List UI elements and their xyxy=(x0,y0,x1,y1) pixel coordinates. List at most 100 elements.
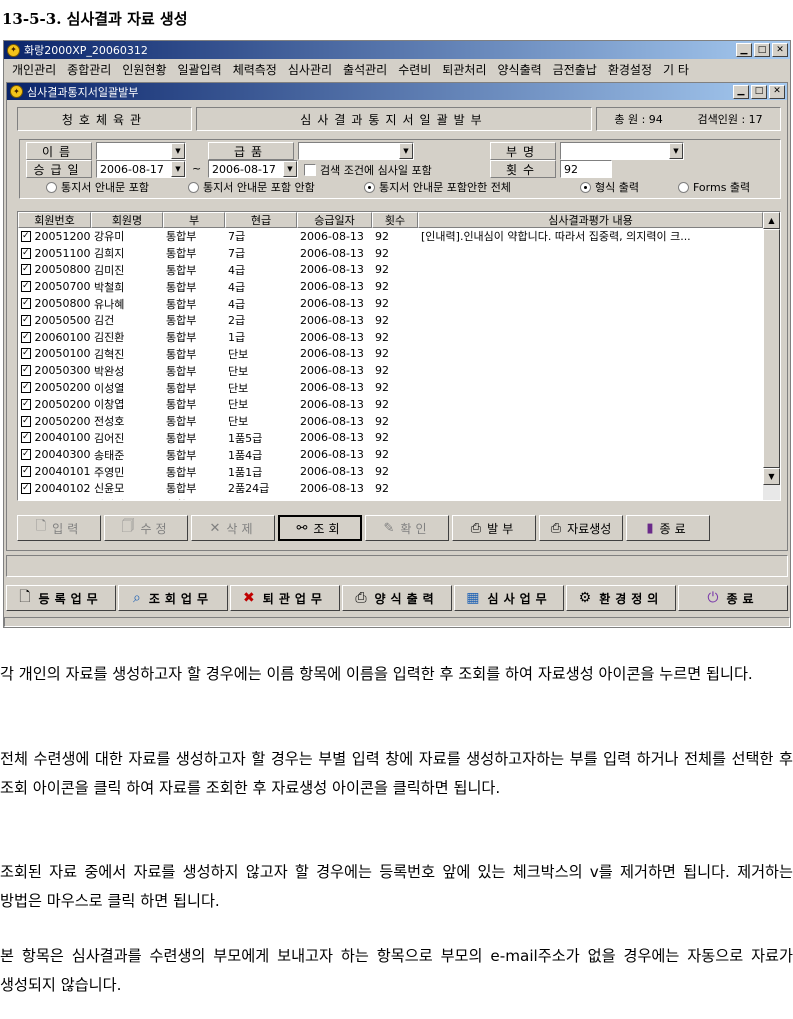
col-evaluation[interactable]: 심사결과평가 내용 xyxy=(418,212,763,228)
table-row[interactable]: ✓200601004김진환 통합부 1급 2006-08-13 92 xyxy=(18,329,763,346)
table-row[interactable]: ✓200401025신윤모통합부2품24급2006-08-1392 xyxy=(18,480,763,497)
menu-item-settings[interactable]: 환경설정 xyxy=(604,61,659,78)
table-row[interactable]: ✓200401017주영민 통합부 1품1급 2006-08-13 92 xyxy=(18,463,763,480)
count-field[interactable]: 92 xyxy=(560,160,612,178)
col-grade[interactable]: 현급 xyxy=(225,212,297,228)
generate-data-button[interactable]: ⎙ 자료생성 xyxy=(539,515,623,541)
radio-exclude-notice[interactable]: 통지서 안내문 포함 안함 xyxy=(188,179,315,195)
table-row[interactable]: ✓200505003김건 통합부 2급 2006-08-13 92 xyxy=(18,312,763,329)
radio-forms-output[interactable]: Forms 출력 xyxy=(678,179,750,195)
exam-work-button[interactable]: ▦ 심사업무 xyxy=(454,585,564,611)
radio-include-notice[interactable]: 통지서 안내문 포함 xyxy=(46,179,149,195)
register-work-button[interactable]: 🗋 등록업무 xyxy=(6,585,116,611)
menu-item-headcount[interactable]: 인원현황 xyxy=(118,61,173,78)
child-close-icon[interactable]: ✕ xyxy=(769,84,785,99)
table-row[interactable]: ✓200501003김혁진 통합부 단보 2006-08-13 92 xyxy=(18,346,763,363)
col-promotion-date[interactable]: 승급일자 xyxy=(297,212,372,228)
row-checkbox[interactable]: ✓ xyxy=(21,230,31,242)
table-row[interactable]: ✓200403001송태준 통합부 1품4급 2006-08-13 92 xyxy=(18,446,763,463)
child-maximize-icon[interactable]: □ xyxy=(751,84,767,99)
delete-button[interactable]: ✕ 삭제 xyxy=(191,515,275,541)
edit-button[interactable]: 🗍 수정 xyxy=(104,515,188,541)
date-to-combo[interactable]: 2006-08-17 ▼ xyxy=(208,160,298,178)
grid-scrollbar[interactable]: ▲ ▼ xyxy=(763,212,780,500)
search-button[interactable]: ⚯ 조회 xyxy=(278,515,362,541)
row-checkbox[interactable]: ✓ xyxy=(21,449,31,461)
menu-item-batch-input[interactable]: 일괄입력 xyxy=(174,61,229,78)
menu-item-withdrawal[interactable]: 퇴관처리 xyxy=(438,61,493,78)
radio-circle-selected[interactable] xyxy=(580,181,591,193)
checkbox-box[interactable] xyxy=(304,164,316,176)
lookup-work-button[interactable]: ⌕ 조회업무 xyxy=(118,585,228,611)
table-row[interactable]: ✓200511001김희지 통합부 7급 2006-08-13 92 xyxy=(18,245,763,262)
name-combo[interactable]: ▼ xyxy=(96,142,186,160)
input-button[interactable]: 🗋 입력 xyxy=(17,515,101,541)
chevron-down-icon[interactable]: ▼ xyxy=(399,143,413,159)
radio-circle[interactable] xyxy=(188,181,199,193)
row-checkbox[interactable]: ✓ xyxy=(21,398,31,410)
table-row[interactable]: ✓200507005박철희 통합부 4급 2006-08-13 92 xyxy=(18,278,763,295)
close-icon[interactable]: ✕ xyxy=(772,43,788,57)
row-checkbox[interactable]: ✓ xyxy=(21,466,31,478)
row-checkbox[interactable]: ✓ xyxy=(21,281,31,293)
row-checkbox[interactable]: ✓ xyxy=(21,247,31,259)
col-count[interactable]: 횟수 xyxy=(372,212,418,228)
row-checkbox[interactable]: ✓ xyxy=(21,365,31,377)
forms-output-button[interactable]: ⎙ 양식출력 xyxy=(342,585,452,611)
confirm-button[interactable]: ✎ 확인 xyxy=(365,515,449,541)
close-button[interactable]: ▮ 종료 xyxy=(626,515,710,541)
menu-item-exam[interactable]: 심사관리 xyxy=(284,61,339,78)
minimize-icon[interactable]: ▁ xyxy=(736,43,752,57)
menu-item-fitness[interactable]: 체력측정 xyxy=(229,61,284,78)
col-member-id[interactable]: 회원번호 xyxy=(18,212,91,228)
child-minimize-icon[interactable]: ▁ xyxy=(733,84,749,99)
table-row[interactable]: ✓200503009박완성 통합부 단보 2006-08-13 92 xyxy=(18,362,763,379)
table-row[interactable]: ✓200512002강유미 통합부 7급 2006-08-13 92 [인내력].인내심이… xyxy=(18,228,763,245)
row-checkbox[interactable]: ✓ xyxy=(21,331,31,343)
radio-circle-selected[interactable] xyxy=(364,181,375,193)
table-row[interactable]: ✓200502007이성열 통합부 단보 2006-08-13 92 xyxy=(18,379,763,396)
issue-button[interactable]: ⎙ 발부 xyxy=(452,515,536,541)
row-checkbox[interactable]: ✓ xyxy=(21,432,31,444)
scroll-thumb[interactable] xyxy=(763,229,780,468)
row-checkbox[interactable]: ✓ xyxy=(21,415,31,427)
table-row[interactable]: ✓200401002김어진 통합부 1품5급 2006-08-13 92 xyxy=(18,430,763,447)
row-checkbox[interactable]: ✓ xyxy=(21,298,31,310)
menu-item-cashbook[interactable]: 금전출납 xyxy=(549,61,604,78)
menu-item-etc[interactable]: 기 타 xyxy=(659,61,696,78)
menu-item-personal[interactable]: 개인관리 xyxy=(8,61,63,78)
exit-button[interactable]: ⏻ 종료 xyxy=(678,585,788,611)
table-row[interactable]: ✓200508004김미진 통합부 4급 2006-08-13 92 xyxy=(18,262,763,279)
chevron-down-icon[interactable]: ▼ xyxy=(283,161,297,177)
settings-button[interactable]: ⚙ 환경정의 xyxy=(566,585,676,611)
row-checkbox[interactable]: ✓ xyxy=(21,348,31,360)
menu-item-general[interactable]: 종합관리 xyxy=(63,61,118,78)
scroll-down-icon[interactable]: ▼ xyxy=(763,468,780,485)
scroll-up-icon[interactable]: ▲ xyxy=(763,212,780,229)
radio-format-output[interactable]: 형식 출력 xyxy=(580,179,639,195)
child-titlebar[interactable]: ✦ 심사결과통지서일괄발부 ▁ □ ✕ xyxy=(7,83,787,100)
dept-combo[interactable]: ▼ xyxy=(560,142,684,160)
withdraw-work-button[interactable]: ✖ 퇴관업무 xyxy=(230,585,340,611)
chevron-down-icon[interactable]: ▼ xyxy=(171,161,185,177)
col-member-name[interactable]: 회원명 xyxy=(91,212,163,228)
row-checkbox[interactable]: ✓ xyxy=(21,382,31,394)
menu-item-fees[interactable]: 수련비 xyxy=(394,61,438,78)
menu-item-forms[interactable]: 양식출력 xyxy=(494,61,549,78)
table-row[interactable]: ✓200508003유나혜 통합부 4급 2006-08-13 92 xyxy=(18,295,763,312)
radio-circle[interactable] xyxy=(46,181,57,193)
row-checkbox[interactable]: ✓ xyxy=(21,314,31,326)
radio-exclude-all[interactable]: 통지서 안내문 포함안한 전체 xyxy=(364,179,511,195)
table-row[interactable]: ✓200502003전성호 통합부 단보 2006-08-13 92 xyxy=(18,413,763,430)
chevron-down-icon[interactable]: ▼ xyxy=(669,143,683,159)
grade-combo[interactable]: ▼ xyxy=(298,142,414,160)
chevron-down-icon[interactable]: ▼ xyxy=(171,143,185,159)
date-from-combo[interactable]: 2006-08-17 ▼ xyxy=(96,160,186,178)
radio-circle[interactable] xyxy=(678,181,689,193)
include-exam-date-checkbox[interactable]: 검색 조건에 심사일 포함 xyxy=(304,162,432,178)
table-row[interactable]: ✓200012003김현영 통합부 3품33급 2006-08-13 92 xyxy=(18,497,763,500)
row-checkbox[interactable]: ✓ xyxy=(21,264,31,276)
row-checkbox[interactable]: ✓ xyxy=(21,482,31,494)
menu-item-attendance[interactable]: 출석관리 xyxy=(339,61,394,78)
app-titlebar[interactable]: ✦ 화랑2000XP_20060312 ▁ □ ✕ xyxy=(4,41,790,59)
